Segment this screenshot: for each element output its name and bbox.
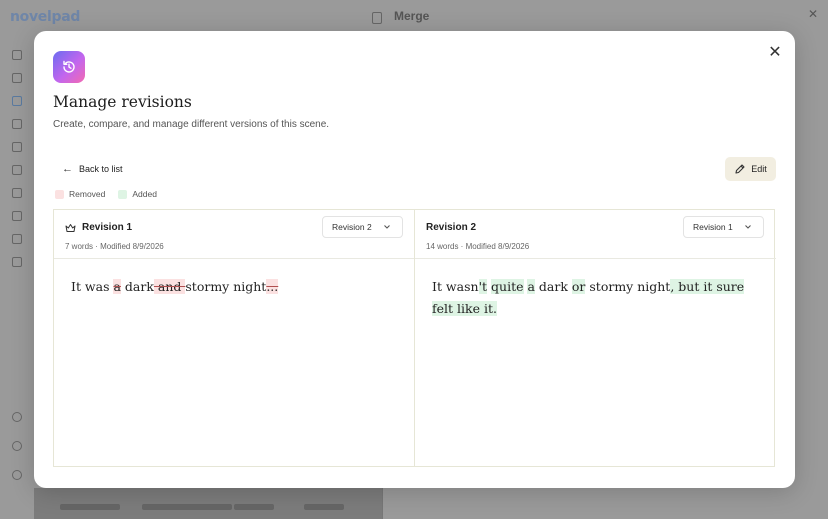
sidebar-icon [12,50,22,60]
added-text: a [527,279,535,294]
unchanged-text: dark [534,279,572,294]
pane-header: Revision 1 7 words · Modified 8/9/2026 R… [54,210,414,259]
edit-button[interactable]: Edit [725,157,776,181]
added-text: quite [491,279,524,294]
added-text: 't [478,279,488,294]
added-swatch [118,189,128,199]
unchanged-text: It wasn [432,279,479,294]
select-value: Revision 1 [693,222,733,232]
removed-text: ... [266,279,279,294]
arrow-left-icon: ← [62,162,73,175]
compare-revision-select[interactable]: Revision 2 [322,216,403,238]
back-to-list-button[interactable]: ← Back to list [62,162,123,176]
unchanged-text: It was [71,279,114,294]
revision-pane-left: Revision 1 7 words · Modified 8/9/2026 R… [54,210,415,466]
back-to-list-label: Back to list [79,164,123,174]
pane-title: Revision 2 [426,222,476,233]
chevron-down-icon [384,225,390,229]
sidebar-icon [12,142,22,152]
pane-meta: 14 words · Modified 8/9/2026 [426,242,530,251]
revision-compare: Revision 1 7 words · Modified 8/9/2026 R… [53,209,776,467]
pane-title-label: Revision 2 [426,222,477,233]
select-value: Revision 2 [332,222,372,232]
unchanged-text: stormy night [185,279,267,294]
sidebar-icon [12,441,22,451]
app-logo: novelpad [10,9,81,25]
revision-text-right: It wasn't quite a dark or stormy night, … [432,276,761,320]
document-icon [372,12,382,24]
pencil-icon [735,164,745,174]
manage-revisions-modal: ✕ Manage revisions Create, compare, and … [34,31,795,488]
removed-swatch [55,189,64,199]
legend-added-label: Added [132,189,157,199]
close-icon[interactable]: ✕ [767,45,783,61]
revision-text-left: It was a dark and stormy night... [71,276,399,298]
sidebar-icon [12,96,22,106]
pane-title: Revision 1 [65,222,132,233]
removed-text: a [113,279,121,294]
compare-revision-select[interactable]: Revision 1 [683,216,764,238]
unchanged-text: stormy night [585,279,671,294]
sidebar-icon [12,234,22,244]
sidebar-icon [12,165,22,175]
pane-header: Revision 2 14 words · Modified 8/9/2026 … [415,210,776,259]
removed-text: and [153,279,186,294]
legend-removed-label: Removed [69,189,106,199]
history-icon [53,51,85,83]
sidebar-icon [12,211,22,221]
sidebar-icon [12,257,22,267]
added-text: or [571,279,586,294]
background-divider [382,488,383,519]
header-title: Merge [394,9,430,23]
sidebar-icon [12,119,22,129]
chevron-down-icon [745,225,751,229]
unchanged-text: dark [120,279,154,294]
pane-title-label: Revision 1 [82,222,133,233]
modal-subtitle: Create, compare, and manage different ve… [53,119,330,130]
diff-legend: Removed Added [55,189,170,199]
modal-title: Manage revisions [53,93,192,111]
sidebar-icon [12,73,22,83]
legend-removed: Removed [55,189,105,199]
pane-meta: 7 words · Modified 8/9/2026 [65,242,164,251]
revision-pane-right: Revision 2 14 words · Modified 8/9/2026 … [415,210,776,466]
crown-icon [65,223,76,232]
edit-label: Edit [751,164,767,174]
app-close-icon: ✕ [807,7,818,21]
sidebar-icon [12,470,22,480]
legend-added: Added [118,189,157,199]
background-footer [34,488,382,519]
sidebar [0,40,34,519]
search-icon [12,412,22,422]
sidebar-icon [12,188,22,198]
